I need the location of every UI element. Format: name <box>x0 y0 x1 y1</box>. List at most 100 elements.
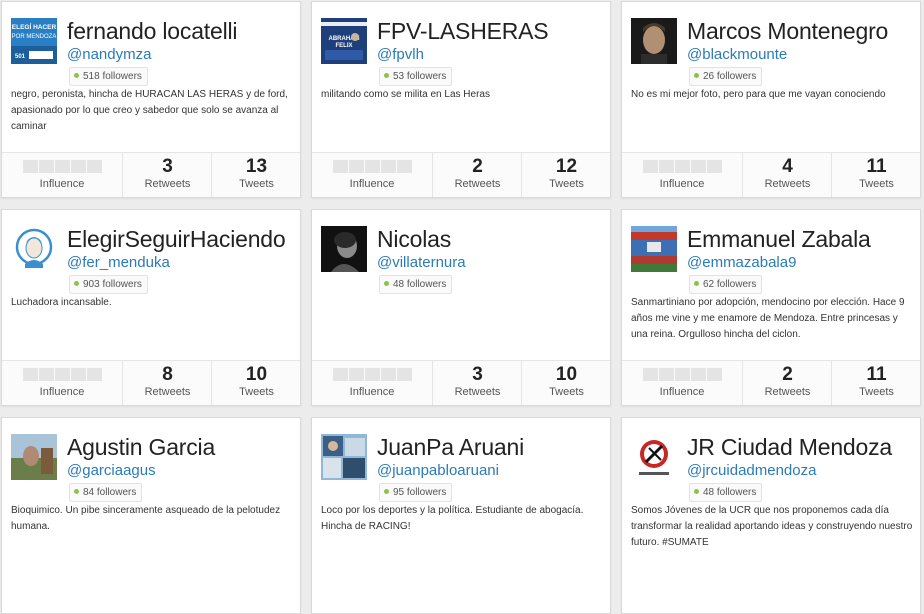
user-name[interactable]: Emmanuel Zabala <box>687 226 871 253</box>
stats-bar: Influence 2 Retweets 12 Tweets <box>312 152 610 197</box>
status-dot-icon <box>694 280 699 286</box>
influence-stat: Influence <box>622 361 742 405</box>
user-card: Emmanuel Zabala @emmazabala9 62 follower… <box>621 209 921 406</box>
followers-badge: 518 followers <box>69 67 148 86</box>
influence-label: Influence <box>39 178 85 190</box>
collage-photo-avatar[interactable] <box>321 434 367 480</box>
tweets-count: 10 <box>245 364 268 385</box>
stats-bar: Influence 3 Retweets 10 Tweets <box>312 360 610 405</box>
retweets-label: Retweets <box>764 178 811 190</box>
tweets-count: 10 <box>555 364 578 385</box>
stadium-photo-avatar[interactable] <box>631 226 677 272</box>
influence-meter <box>333 160 412 173</box>
emblem-logo-avatar[interactable] <box>631 434 677 480</box>
tweets-label: Tweets <box>239 386 274 398</box>
user-handle[interactable]: @juanpabloaruani <box>377 462 499 479</box>
tweets-count: 13 <box>245 156 268 177</box>
user-handle[interactable]: @emmazabala9 <box>687 254 796 271</box>
retweets-stat: 3 Retweets <box>432 361 522 405</box>
influence-meter <box>23 368 102 381</box>
retweets-label: Retweets <box>454 386 501 398</box>
svg-text:ELEGÍ HACER: ELEGÍ HACER <box>12 22 57 31</box>
followers-count: 48 followers <box>393 279 447 290</box>
tweets-stat: 12 Tweets <box>521 153 611 197</box>
user-bio: negro, peronista, hincha de HURACAN LAS … <box>11 89 288 132</box>
tweets-stat: 13 Tweets <box>211 153 301 197</box>
tweets-count: 12 <box>555 156 578 177</box>
user-name[interactable]: fernando locatelli <box>67 18 237 45</box>
bw-portrait-avatar[interactable] <box>321 226 367 272</box>
user-card: JR Ciudad Mendoza @jrcuidadmendoza 48 fo… <box>621 417 921 614</box>
user-bio: Sanmartiniano por adopción, mendocino po… <box>631 297 905 340</box>
user-name[interactable]: FPV-LASHERAS <box>377 18 549 45</box>
followers-count: 53 followers <box>393 71 447 82</box>
campaign-poster-avatar[interactable]: ABRAHAM FELIX <box>321 18 367 64</box>
user-card: ABRAHAM FELIX FPV-LASHERAS @fpvlh 53 fol… <box>311 1 611 198</box>
followers-count: 84 followers <box>83 487 137 498</box>
user-handle[interactable]: @fpvlh <box>377 46 424 63</box>
followers-count: 95 followers <box>393 487 447 498</box>
followers-count: 62 followers <box>703 279 757 290</box>
user-handle[interactable]: @blackmounte <box>687 46 787 63</box>
user-name[interactable]: ElegirSeguirHaciendo <box>67 226 286 253</box>
followers-badge: 62 followers <box>689 275 763 294</box>
elegi-hacer-poster-avatar[interactable]: ELEGÍ HACER POR MENDOZA 501 <box>11 18 57 64</box>
influence-stat: Influence <box>2 361 122 405</box>
retweets-label: Retweets <box>144 178 191 190</box>
influence-label: Influence <box>659 386 705 398</box>
user-name[interactable]: Marcos Montenegro <box>687 18 888 45</box>
retweets-stat: 2 Retweets <box>432 153 522 197</box>
tweets-stat: 11 Tweets <box>831 361 921 405</box>
tweets-stat: 10 Tweets <box>211 361 301 405</box>
status-dot-icon <box>694 488 699 494</box>
retweets-label: Retweets <box>144 386 191 398</box>
user-bio: militando como se milita en Las Heras <box>321 89 490 100</box>
user-handle[interactable]: @nandymza <box>67 46 151 63</box>
user-name[interactable]: Nicolas <box>377 226 451 253</box>
retweets-stat: 4 Retweets <box>742 153 832 197</box>
user-handle[interactable]: @garciaagus <box>67 462 156 479</box>
influence-label: Influence <box>659 178 705 190</box>
user-handle[interactable]: @fer_menduka <box>67 254 170 271</box>
status-dot-icon <box>384 280 389 286</box>
status-dot-icon <box>384 72 389 78</box>
user-name[interactable]: JR Ciudad Mendoza <box>687 434 892 461</box>
status-dot-icon <box>74 72 79 78</box>
followers-count: 903 followers <box>83 279 142 290</box>
user-name[interactable]: Agustin Garcia <box>67 434 215 461</box>
retweets-count: 2 <box>472 156 483 177</box>
user-bio: Loco por los deportes y la política. Est… <box>321 505 584 532</box>
followers-count: 26 followers <box>703 71 757 82</box>
user-handle[interactable]: @jrcuidadmendoza <box>687 462 816 479</box>
retweets-count: 8 <box>162 364 173 385</box>
retweets-count: 3 <box>162 156 173 177</box>
tweets-label: Tweets <box>549 178 584 190</box>
user-bio: No es mi mejor foto, pero para que me va… <box>631 89 886 100</box>
followers-badge: 48 followers <box>379 275 453 294</box>
stats-bar: Influence 4 Retweets 11 Tweets <box>622 152 920 197</box>
tweets-stat: 10 Tweets <box>521 361 611 405</box>
stats-bar: Influence 2 Retweets 11 Tweets <box>622 360 920 405</box>
outdoor-photo-avatar[interactable] <box>11 434 57 480</box>
status-dot-icon <box>74 488 79 494</box>
illustrated-woman-avatar[interactable] <box>11 226 57 272</box>
retweets-stat: 3 Retweets <box>122 153 212 197</box>
tweets-label: Tweets <box>859 386 894 398</box>
status-dot-icon <box>74 280 79 286</box>
user-bio: Luchadora incansable. <box>11 297 112 308</box>
followers-badge: 48 followers <box>689 483 763 502</box>
portrait-photo-avatar[interactable] <box>631 18 677 64</box>
tweets-count: 11 <box>866 364 887 385</box>
followers-badge: 53 followers <box>379 67 453 86</box>
svg-text:POR MENDOZA: POR MENDOZA <box>12 34 57 40</box>
user-card: Nicolas @villaternura 48 followers Influ… <box>311 209 611 406</box>
user-card: ELEGÍ HACER POR MENDOZA 501 fernando loc… <box>1 1 301 198</box>
influence-label: Influence <box>349 178 395 190</box>
user-handle[interactable]: @villaternura <box>377 254 466 271</box>
user-name[interactable]: JuanPa Aruani <box>377 434 524 461</box>
user-card: Agustin Garcia @garciaagus 84 followers … <box>1 417 301 614</box>
user-card: JuanPa Aruani @juanpabloaruani 95 follow… <box>311 417 611 614</box>
tweets-stat: 11 Tweets <box>831 153 921 197</box>
followers-badge: 26 followers <box>689 67 763 86</box>
influence-meter <box>643 368 722 381</box>
